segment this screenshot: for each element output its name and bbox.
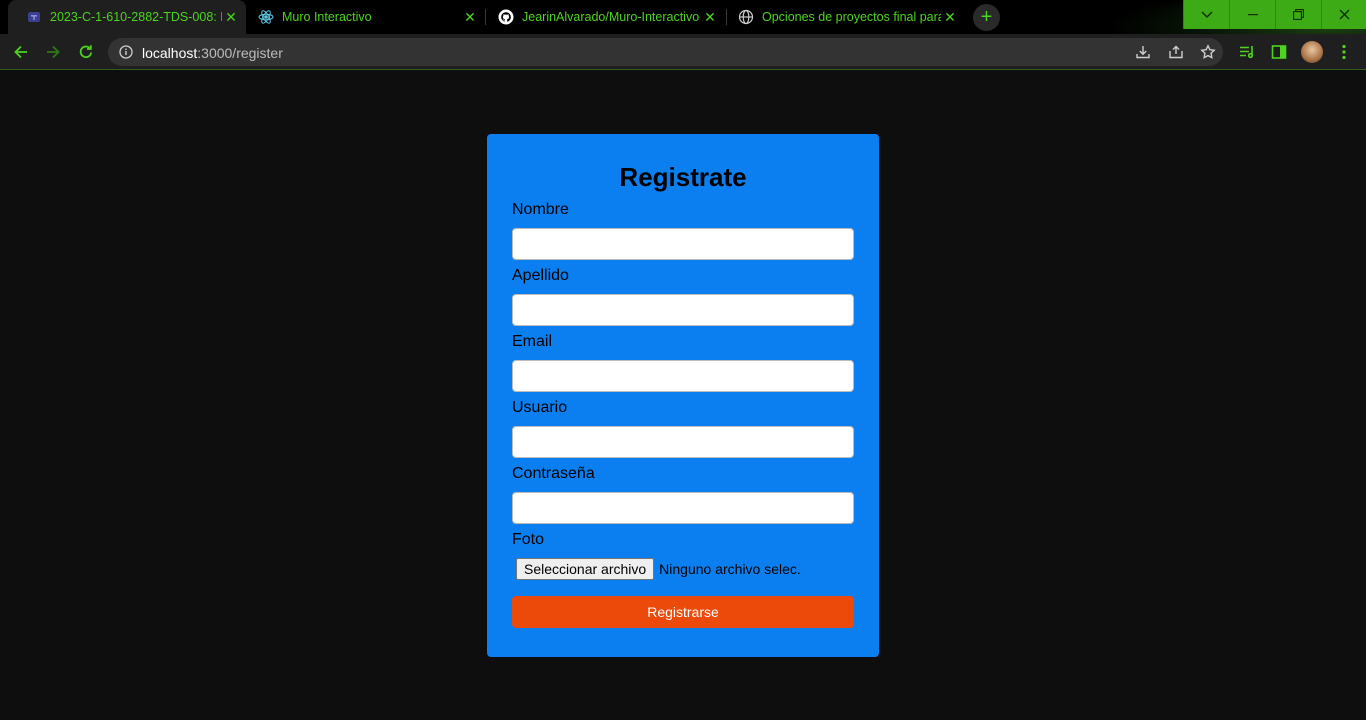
tab-opciones-proyectos[interactable]: Opciones de proyectos final para ✕ xyxy=(720,0,965,34)
usuario-input[interactable] xyxy=(512,426,854,458)
reload-button[interactable] xyxy=(74,40,98,64)
minimize-icon xyxy=(1247,13,1258,15)
url-path: :3000/register xyxy=(197,45,283,61)
nombre-label: Nombre xyxy=(512,201,569,218)
info-icon xyxy=(119,45,133,59)
window-controls xyxy=(1183,0,1366,29)
foto-label: Foto xyxy=(512,531,545,548)
side-panel-icon xyxy=(1271,45,1287,59)
email-input[interactable] xyxy=(512,360,854,392)
share-icon[interactable] xyxy=(1168,44,1184,60)
restore-icon xyxy=(1293,9,1304,20)
password-label: Contraseña xyxy=(512,465,595,482)
install-app-icon[interactable] xyxy=(1135,44,1151,60)
tab-github-repo[interactable]: JearinAlvarado/Muro-Interactivo ✕ xyxy=(480,0,725,34)
tab-search-button[interactable] xyxy=(1183,0,1229,29)
minimize-button[interactable] xyxy=(1229,0,1275,29)
browser-toolbar: localhost:3000/register xyxy=(0,34,1366,70)
photo-file-input: Seleccionar archivo Ninguno archivo sele… xyxy=(516,558,801,580)
menu-button[interactable] xyxy=(1334,42,1354,62)
tab-title: Muro Interactivo xyxy=(282,10,372,24)
new-tab-button[interactable]: + xyxy=(973,4,1000,31)
arrow-right-icon xyxy=(47,45,60,59)
tab-muro-interactivo[interactable]: Muro Interactivo ✕ xyxy=(240,0,485,34)
close-tab-icon[interactable]: ✕ xyxy=(222,9,240,26)
apellido-label: Apellido xyxy=(512,267,569,284)
email-label: Email xyxy=(512,333,553,350)
tab-teams[interactable]: 2023-C-1-610-2882-TDS-008: Pro ✕ xyxy=(8,0,246,34)
globe-icon xyxy=(738,9,754,25)
close-tab-icon[interactable]: ✕ xyxy=(461,9,479,26)
tab-title: Opciones de proyectos final para xyxy=(762,10,941,24)
address-bar[interactable]: localhost:3000/register xyxy=(108,38,1223,66)
tab-strip: 2023-C-1-610-2882-TDS-008: Pro ✕ Muro In… xyxy=(0,0,1366,71)
register-submit-button[interactable]: Registrarse xyxy=(512,596,854,628)
tab-title: 2023-C-1-610-2882-TDS-008: Pro xyxy=(50,10,222,24)
password-input[interactable] xyxy=(512,492,854,524)
file-status-text: Ninguno archivo selec. xyxy=(659,561,801,577)
profile-avatar[interactable] xyxy=(1301,41,1323,63)
side-panel-button[interactable] xyxy=(1269,42,1289,62)
github-icon xyxy=(498,9,514,25)
ms-teams-icon xyxy=(26,9,42,25)
form-title: Registrate xyxy=(619,162,747,192)
restore-button[interactable] xyxy=(1275,0,1321,29)
arrow-left-icon xyxy=(14,45,27,59)
close-icon xyxy=(1339,9,1350,20)
reading-list-button[interactable] xyxy=(1237,42,1257,62)
nombre-input[interactable] xyxy=(512,228,854,260)
register-card: Registrate Nombre Apellido Email Usuario… xyxy=(487,134,879,657)
react-icon xyxy=(258,9,274,25)
usuario-label: Usuario xyxy=(512,399,568,416)
apellido-input[interactable] xyxy=(512,294,854,326)
url-text: localhost:3000/register xyxy=(142,45,283,61)
queue-music-icon xyxy=(1240,46,1254,59)
back-button[interactable] xyxy=(9,40,33,64)
kebab-menu-icon xyxy=(1342,44,1346,60)
url-host: localhost xyxy=(142,45,198,61)
close-window-button[interactable] xyxy=(1321,0,1366,29)
tab-title: JearinAlvarado/Muro-Interactivo xyxy=(522,10,700,24)
reload-icon xyxy=(79,45,93,59)
chevron-down-icon xyxy=(1201,11,1212,18)
bookmark-star-icon[interactable] xyxy=(1200,44,1216,60)
choose-file-button[interactable]: Seleccionar archivo xyxy=(516,558,655,580)
forward-button[interactable] xyxy=(41,40,65,64)
close-tab-icon[interactable]: ✕ xyxy=(701,9,719,26)
close-tab-icon[interactable]: ✕ xyxy=(941,9,959,26)
